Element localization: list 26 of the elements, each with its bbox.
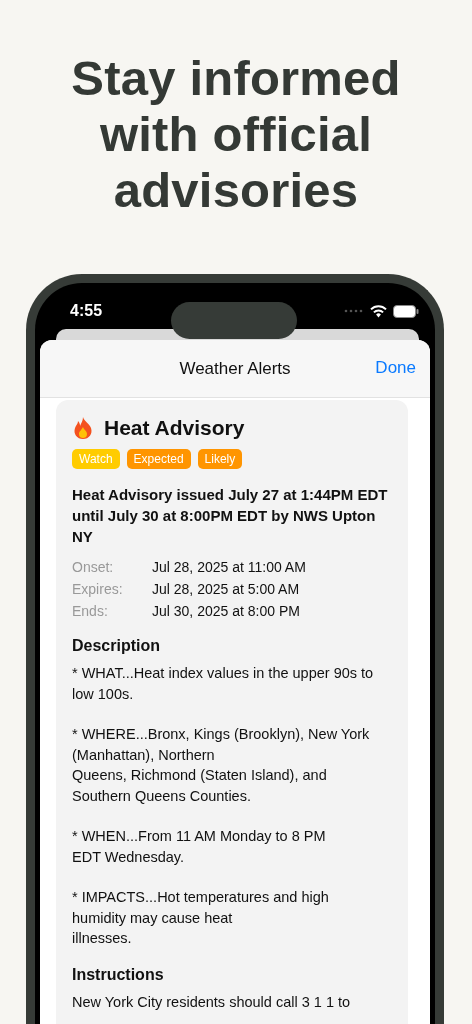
flame-icon <box>72 416 94 440</box>
sheet-title: Weather Alerts <box>179 358 291 379</box>
description-paragraph: * WHEN...From 11 AM Monday to 8 PM EDT Wednesday. <box>72 827 327 867</box>
battery-icon <box>393 304 419 318</box>
done-button[interactable]: Done <box>365 358 426 378</box>
description-paragraph: * WHERE...Bronx, Kings (Brooklyn), New York (Manhattan), Northern Queens, Richmond (Staten Island), and Southern Queens Counties. <box>72 725 371 806</box>
instructions-text: New York City residents should call 3 1 1 to <box>72 992 352 1012</box>
alert-title: Heat Advisory <box>104 416 245 440</box>
alert-headline: Heat Advisory issued July 27 at 1:44PM EDT until July 30 at 8:00PM EDT by NWS Upton NY <box>72 485 389 547</box>
signal-icon <box>344 309 364 313</box>
status-time: 4:55 <box>70 302 103 320</box>
time-value: Jul 28, 2025 at 5:00 AM <box>152 581 301 598</box>
section-heading: Description <box>72 637 161 655</box>
time-value: Jul 30, 2025 at 8:00 PM <box>152 603 301 620</box>
time-label: Onset: <box>72 559 115 576</box>
headline: Stay informed with official advisories <box>70 50 402 218</box>
time-value: Jul 28, 2025 at 11:00 AM <box>152 559 307 576</box>
time-label: Expires: <box>72 581 124 598</box>
description-paragraph: * WHAT...Heat index values in the upper 90s to low 100s. <box>72 664 375 704</box>
severity-tag: Expected <box>126 449 191 469</box>
section-heading: Instructions <box>72 965 165 984</box>
description-paragraph: * IMPACTS...Hot temperatures and high humidity may cause heat illnesses. <box>72 888 330 948</box>
severity-tag: Likely <box>197 449 243 469</box>
wifi-icon <box>370 304 387 318</box>
time-label: Ends: <box>72 603 109 620</box>
severity-tag: Watch <box>72 449 120 469</box>
